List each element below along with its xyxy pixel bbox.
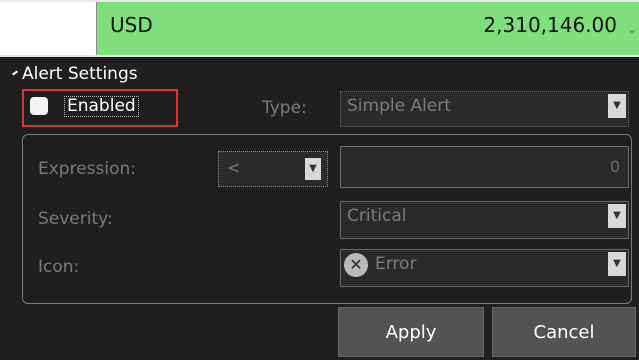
dropdown-arrow-icon[interactable] <box>608 94 626 118</box>
dropdown-arrow-icon[interactable] <box>608 252 626 276</box>
enabled-checkbox[interactable] <box>30 97 48 115</box>
expression-operator-select[interactable]: < <box>218 151 328 187</box>
icon-select-value: Error <box>375 254 417 274</box>
severity-select[interactable]: Critical <box>340 201 629 239</box>
severity-select-value: Critical <box>347 206 407 226</box>
expression-operator-value: < <box>227 158 241 177</box>
expression-value-input[interactable]: 0 <box>340 146 629 188</box>
error-x-icon: ✕ <box>344 253 368 277</box>
type-select[interactable]: Simple Alert <box>340 91 629 127</box>
amount-text: 2,310,146.00 <box>483 13 617 37</box>
section-title: Alert Settings <box>22 64 138 84</box>
icon-select[interactable]: Error <box>340 249 629 287</box>
enabled-label[interactable]: Enabled <box>64 96 139 117</box>
row-header-cell <box>0 2 96 55</box>
cancel-button[interactable]: Cancel <box>492 307 636 357</box>
icon-label: Icon: <box>38 257 80 277</box>
dropdown-arrow-icon[interactable] <box>608 204 626 228</box>
severity-label: Severity: <box>38 209 113 229</box>
type-select-value: Simple Alert <box>347 96 451 116</box>
expression-label: Expression: <box>38 159 137 179</box>
type-label: Type: <box>262 98 307 118</box>
apply-button[interactable]: Apply <box>338 307 484 357</box>
section-collapse-mark[interactable] <box>11 70 19 76</box>
top-data-row: USD 2,310,146.00 ⌄ <box>0 0 639 57</box>
chevron-down-icon[interactable]: ⌄ <box>627 22 637 36</box>
dropdown-arrow-icon[interactable] <box>305 158 321 180</box>
currency-text: USD <box>110 13 153 37</box>
